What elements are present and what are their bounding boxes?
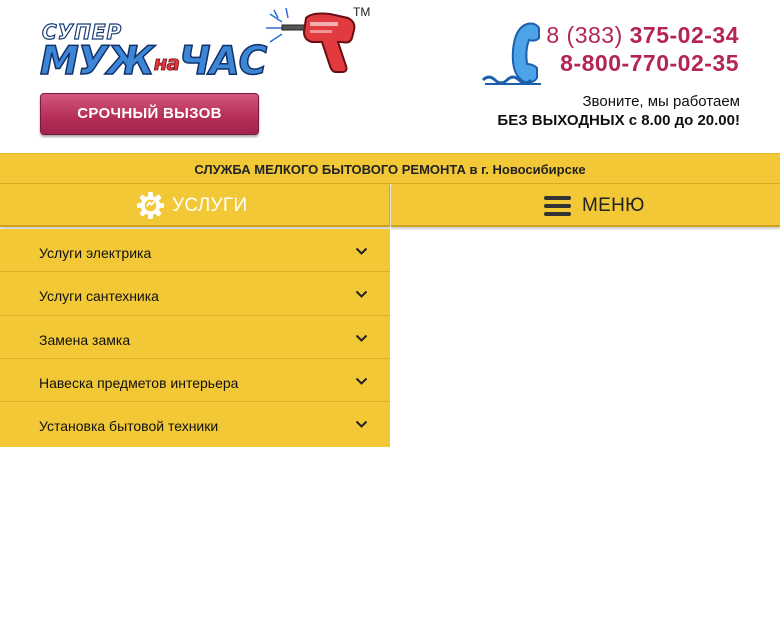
hamburger-menu-icon: [544, 196, 571, 216]
chevron-down-icon[interactable]: [355, 420, 368, 429]
service-item-label: Услуги сантехника: [39, 288, 159, 304]
phone-number-tollfree[interactable]: 8-800-770-02-35: [560, 50, 739, 77]
phone-number-city[interactable]: 8 (383) 375-02-34: [546, 22, 739, 49]
service-item-label: Замена замка: [39, 332, 131, 348]
urgent-call-button[interactable]: СРОЧНЫЙ ВЫЗОВ: [40, 93, 259, 135]
chevron-down-icon[interactable]: [355, 377, 368, 386]
services-tab[interactable]: УСЛУГИ: [0, 184, 390, 227]
logo[interactable]: СУПЕР МУЖнаЧАС TM: [36, 5, 376, 88]
phone-handset-icon: [481, 22, 541, 85]
services-tab-label: УСЛУГИ: [172, 195, 248, 216]
service-item-plumber[interactable]: Услуги сантехника: [0, 272, 390, 316]
service-item-electrician[interactable]: Услуги электрика: [0, 229, 390, 272]
drill-icon: [266, 8, 356, 73]
tagline-bar: СЛУЖБА МЕЛКОГО БЫТОВОГО РЕМОНТА в г. Нов…: [0, 153, 780, 184]
site-header: СУПЕР МУЖнаЧАС TM СРОЧНЫЙ ВЫЗОВ 8 (383) …: [0, 0, 780, 153]
service-item-appliance-installation[interactable]: Установка бытовой техники: [0, 402, 390, 447]
menu-tab[interactable]: МЕНЮ: [391, 184, 780, 227]
gear-icon: [136, 191, 165, 220]
service-item-label: Установка бытовой техники: [39, 418, 219, 434]
service-item-lock-replacement[interactable]: Замена замка: [0, 316, 390, 359]
service-item-label: Услуги электрика: [39, 245, 152, 261]
working-hours-schedule: БЕЗ ВЫХОДНЫХ с 8.00 до 20.00!: [497, 112, 740, 129]
chevron-down-icon[interactable]: [355, 334, 368, 343]
menu-tab-label: МЕНЮ: [582, 195, 645, 216]
service-item-label: Навеска предметов интерьера: [39, 375, 239, 391]
chevron-down-icon[interactable]: [355, 290, 368, 299]
trademark-text: TM: [353, 5, 371, 19]
chevron-down-icon[interactable]: [355, 247, 368, 256]
services-dropdown: Услуги электрика Услуги сантехника Замен…: [0, 229, 390, 447]
working-hours-text: Звоните, мы работаем: [582, 93, 741, 110]
service-item-interior-mounting[interactable]: Навеска предметов интерьера: [0, 359, 390, 402]
main-nav: УСЛУГИ МЕНЮ: [0, 184, 780, 227]
logo-main-text: МУЖнаЧАС: [39, 39, 268, 84]
